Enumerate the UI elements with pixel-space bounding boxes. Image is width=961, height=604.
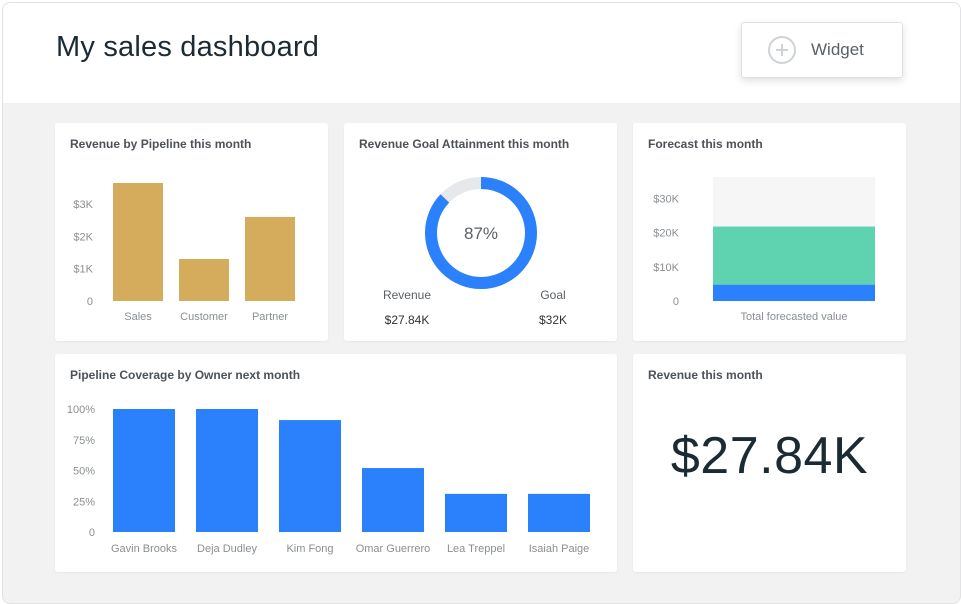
- card-title: Revenue this month: [648, 368, 763, 382]
- revenue-this-month-card[interactable]: Revenue this month $27.84K: [633, 354, 906, 572]
- forecast-segment-closed: [713, 284, 875, 301]
- x-tick-label: Total forecasted value: [740, 311, 847, 323]
- y-tick-label: $30K: [653, 194, 679, 206]
- x-tick-label: Lea Treppel: [447, 543, 505, 555]
- bar-kim-fong: [279, 420, 341, 532]
- y-tick-label: $3K: [73, 199, 93, 211]
- forecast-card[interactable]: Forecast this month 0 $10K $20K $30K Total f…: [633, 123, 906, 341]
- x-tick-label: Gavin Brooks: [111, 543, 178, 555]
- x-tick-label: Sales: [124, 311, 152, 323]
- bar-deja-dudley: [196, 409, 258, 532]
- x-tick-label: Customer: [180, 311, 228, 323]
- bar-omar-guerrero: [362, 468, 424, 532]
- x-tick-label: Omar Guerrero: [356, 543, 431, 555]
- y-tick-label: $20K: [653, 228, 679, 240]
- y-tick-label: 100%: [67, 404, 95, 416]
- x-tick-label: Partner: [252, 311, 288, 323]
- y-tick-label: 0: [89, 527, 95, 539]
- add-widget-button[interactable]: Widget: [741, 22, 903, 78]
- plus-circle-icon: [768, 36, 796, 64]
- forecast-chart: 0 $10K $20K $30K Total forecasted value: [653, 177, 875, 323]
- bar-partner: [245, 216, 295, 301]
- header: My sales dashboard Widget: [3, 3, 960, 103]
- y-tick-label: 0: [87, 296, 93, 308]
- goal-label: Goal: [540, 288, 565, 302]
- x-tick-label: Kim Fong: [286, 543, 333, 555]
- y-tick-label: $2K: [73, 231, 93, 243]
- donut-center-label: 87%: [464, 224, 498, 243]
- pipeline-coverage-chart: 0 25% 50% 75% 100% Gavin Brooks Deja Dudley Kim…: [67, 404, 590, 555]
- y-tick-label: 50%: [73, 466, 95, 478]
- bar-lea-treppel: [445, 493, 507, 532]
- bar-gavin-brooks: [113, 409, 175, 532]
- bar-isaiah-paige: [528, 493, 590, 532]
- bar-customer: [179, 258, 229, 301]
- pipeline-coverage-card[interactable]: Pipeline Coverage by Owner next month 02…: [55, 354, 617, 572]
- goal-attainment-card[interactable]: Revenue Goal Attainment this month 87% Re…: [344, 123, 617, 341]
- forecast-segment-remaining: [713, 177, 875, 227]
- y-tick-label: 75%: [73, 435, 95, 447]
- y-tick-label: $10K: [653, 262, 679, 274]
- revenue-value: $27.84K: [670, 427, 869, 485]
- bar-sales: [113, 183, 163, 301]
- x-tick-label: Deja Dudley: [197, 543, 257, 555]
- goal-attainment-chart: 87% Revenue Goal $27.84K $32K: [383, 177, 567, 327]
- x-tick-label: Isaiah Paige: [529, 543, 590, 555]
- forecast-segment-pipeline: [713, 226, 875, 285]
- revenue-value: $27.84K: [385, 313, 430, 327]
- y-tick-label: 0: [673, 296, 679, 308]
- revenue-by-pipeline-chart: 0 $1K $2K $3K Sales Customer Partner: [73, 183, 295, 323]
- page-title: My sales dashboard: [56, 31, 320, 63]
- y-tick-label: 25%: [73, 496, 95, 508]
- add-widget-label: Widget: [811, 40, 864, 59]
- y-tick-label: $1K: [73, 264, 93, 276]
- dashboard-frame: My sales dashboard Widget Revenue by Pip…: [2, 2, 961, 604]
- revenue-by-pipeline-card[interactable]: Revenue by Pipeline this month 0 $1K $2K $3…: [55, 123, 328, 341]
- revenue-label: Revenue: [383, 288, 431, 302]
- goal-value: $32K: [539, 313, 567, 327]
